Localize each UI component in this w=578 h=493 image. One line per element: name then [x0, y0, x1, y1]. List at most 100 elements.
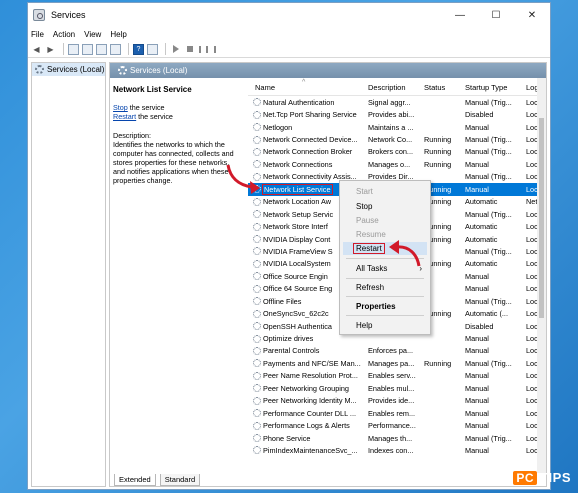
service-name-cell: Peer Networking Grouping [248, 384, 365, 393]
window-title: Services [51, 10, 86, 20]
service-description-cell: Manages th... [368, 433, 413, 443]
back-arrow-icon[interactable]: ◀ [31, 44, 42, 55]
tab-extended[interactable]: Extended [114, 474, 156, 486]
menu-help[interactable]: Help [110, 30, 126, 39]
table-row[interactable]: Peer Networking Identity M... Provides id… [248, 395, 546, 407]
gear-icon [253, 334, 261, 343]
restart-service-icon[interactable] [212, 44, 223, 55]
service-startup-cell: Manual [465, 284, 489, 294]
stop-service-link[interactable]: Stop [113, 103, 128, 112]
services-pane: Services (Local) Network List Service St… [109, 62, 547, 487]
service-startup-cell: Automatic (... [465, 309, 508, 319]
properties-sheet-icon[interactable] [82, 43, 93, 55]
gear-icon [253, 110, 261, 119]
menu-item-start[interactable]: Start [343, 185, 427, 198]
gear-icon [253, 309, 261, 318]
service-name-text: OneSyncSvc_62c2c [263, 309, 329, 319]
service-name-text: Payments and NFC/SE Man... [263, 358, 361, 368]
vertical-scrollbar[interactable] [537, 78, 546, 473]
maximize-button[interactable]: ☐ [478, 3, 514, 27]
start-service-icon[interactable] [170, 44, 181, 55]
pane-header-title: Services (Local) [130, 66, 188, 75]
menu-item-refresh[interactable]: Refresh [343, 281, 427, 294]
menu-view[interactable]: View [84, 30, 101, 39]
menu-item-pause[interactable]: Pause [343, 214, 427, 227]
gear-icon [118, 66, 127, 75]
table-row[interactable]: Network Connection Broker Brokers con... R… [248, 146, 546, 158]
service-startup-cell: Manual [465, 421, 489, 431]
service-name-cell: Net.Tcp Port Sharing Service [248, 110, 365, 119]
column-header-description[interactable]: Description [365, 83, 421, 92]
service-name-text: Network Connections [263, 159, 333, 169]
toolbar: ◀ ▶ ? [28, 41, 550, 58]
service-name-cell: Netlogon [248, 123, 365, 132]
table-row[interactable]: Network Connected Device... Network Co...… [248, 133, 546, 145]
show-hide-action-pane-icon[interactable] [147, 43, 158, 55]
gear-icon [253, 272, 261, 281]
restart-service-link[interactable]: Restart [113, 112, 136, 121]
service-name-text: Network Setup Servic [263, 209, 334, 219]
column-header-status[interactable]: Status [421, 83, 462, 92]
table-row[interactable]: Peer Networking Grouping Enables mul... Ma… [248, 382, 546, 394]
table-row[interactable]: Net.Tcp Port Sharing Service Provides abi… [248, 108, 546, 120]
scrollbar-thumb[interactable] [539, 118, 544, 318]
services-window: Services — ☐ ✕ File Action View Help ◀ ▶… [27, 2, 551, 490]
gear-icon [253, 396, 261, 405]
menu-item-properties[interactable]: Properties [343, 300, 427, 313]
menu-item-help[interactable]: Help [343, 319, 427, 332]
service-startup-cell: Manual (Trig... [465, 147, 512, 157]
pause-service-icon[interactable] [198, 44, 209, 55]
table-row[interactable]: Payments and NFC/SE Man... Manages pa... R… [248, 357, 546, 369]
service-startup-cell: Manual (Trig... [465, 246, 512, 256]
refresh-icon[interactable] [96, 43, 107, 55]
service-name-text: NVIDIA FrameView S [263, 246, 333, 256]
service-startup-cell: Automatic [465, 222, 498, 232]
column-header-name[interactable]: Name [248, 83, 365, 92]
menu-bar: File Action View Help [28, 27, 550, 41]
table-row[interactable]: Network Connections Manages o... Running Ma… [248, 158, 546, 170]
tab-standard[interactable]: Standard [159, 474, 201, 486]
table-row[interactable]: Phone Service Manages th... Manual (Trig..… [248, 432, 546, 444]
sort-arrow-icon: ^ [302, 79, 306, 86]
tree-item-services-local[interactable]: Services (Local) [32, 63, 105, 76]
stop-service-icon[interactable] [184, 44, 195, 55]
service-name-text: Peer Name Resolution Prot... [263, 371, 358, 381]
service-startup-cell: Manual [465, 396, 489, 406]
console-tree-icon[interactable] [68, 43, 79, 55]
all-tasks-label: All Tasks [356, 264, 388, 273]
table-row[interactable]: Natural Authentication Signal aggr... Manu… [248, 96, 546, 108]
export-list-icon[interactable] [110, 43, 121, 55]
view-tabs: Extended Standard [110, 474, 201, 486]
service-name-text: Offline Files [263, 296, 302, 306]
menu-action[interactable]: Action [53, 30, 75, 39]
close-button[interactable]: ✕ [514, 3, 550, 27]
service-name-cell: Performance Logs & Alerts [248, 421, 365, 430]
service-name-cell: Parental Controls [248, 346, 365, 355]
gear-icon [253, 434, 261, 443]
toolbar-separator [128, 43, 129, 55]
service-name-text: Network Store Interf [263, 222, 328, 232]
forward-arrow-icon[interactable]: ▶ [45, 44, 56, 55]
column-header-startup-type[interactable]: Startup Type [462, 83, 523, 92]
table-row[interactable]: Parental Controls Enforces pa... Manual Loc [248, 345, 546, 357]
gear-icon [253, 135, 261, 144]
table-row[interactable]: Performance Logs & Alerts Performance... M… [248, 419, 546, 431]
menu-separator [346, 315, 424, 316]
service-startup-cell: Manual (Trig... [465, 135, 512, 145]
service-name-text: Performance Logs & Alerts [263, 421, 350, 431]
table-row[interactable]: PimIndexMaintenanceSvc_... Indexes con...… [248, 444, 546, 456]
help-icon[interactable]: ? [133, 43, 144, 55]
service-name-text: Netlogon [263, 122, 293, 132]
service-description-cell: Enables mul... [368, 383, 415, 393]
menu-item-stop[interactable]: Stop [343, 200, 427, 213]
table-row[interactable]: Performance Counter DLL ... Enables rem..… [248, 407, 546, 419]
table-row[interactable]: Netlogon Maintains a ... Manual Loc [248, 121, 546, 133]
service-description-cell: Provides ide... [368, 396, 415, 406]
service-startup-cell: Automatic [465, 234, 498, 244]
minimize-button[interactable]: — [442, 3, 478, 27]
table-row[interactable]: Peer Name Resolution Prot... Enables serv… [248, 370, 546, 382]
service-description-cell: Performance... [368, 421, 416, 431]
gear-icon [253, 247, 261, 256]
service-title: Network List Service [113, 85, 192, 94]
menu-file[interactable]: File [31, 30, 44, 39]
